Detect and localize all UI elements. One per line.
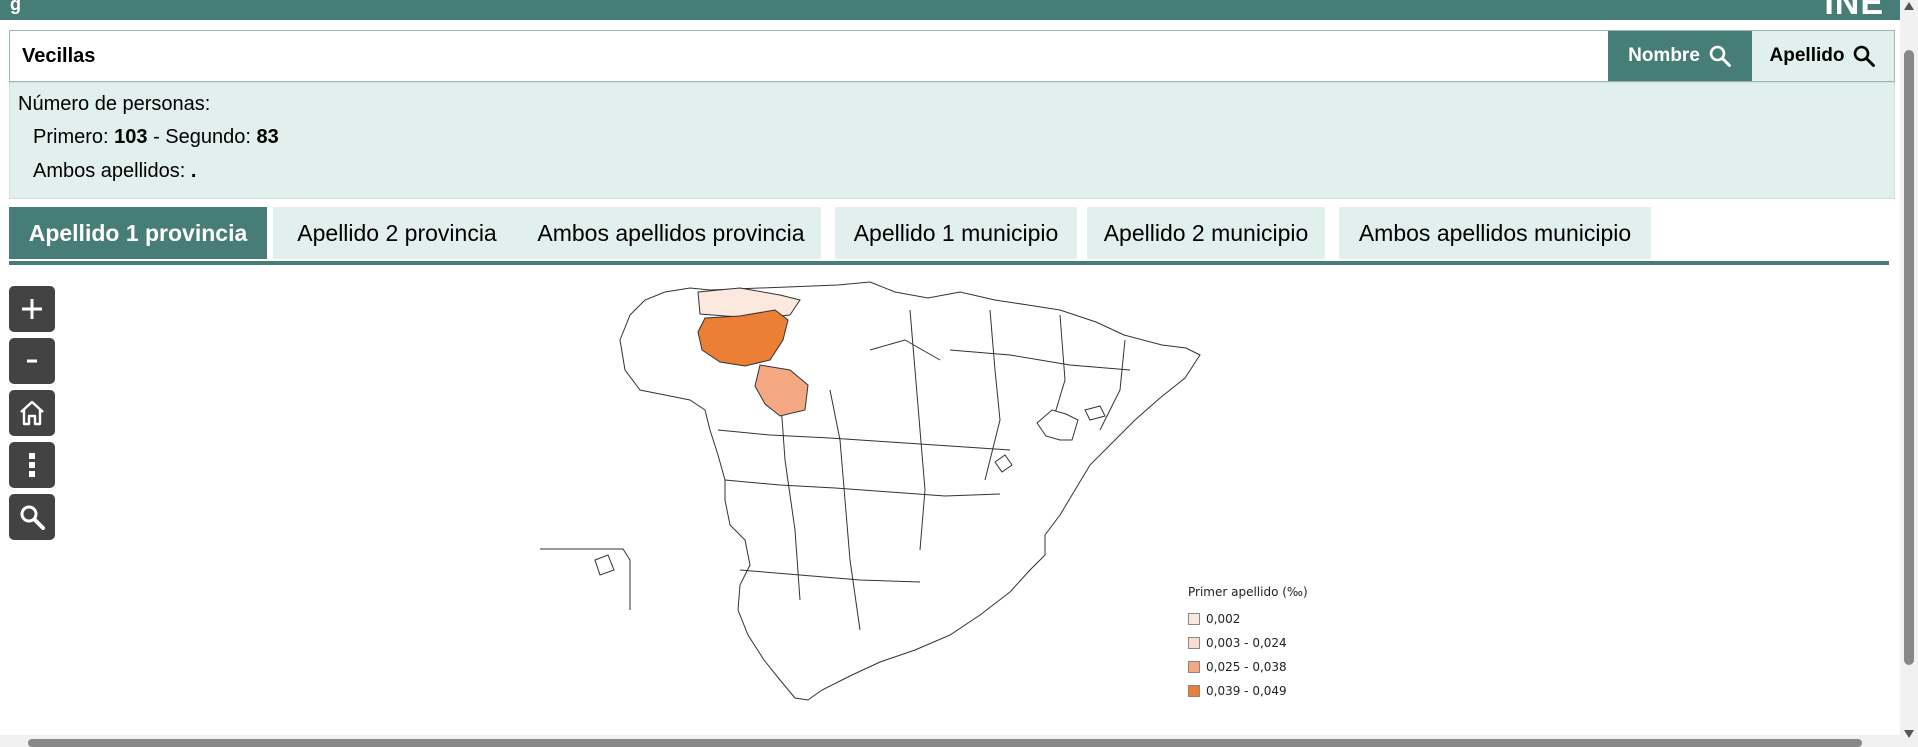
apellido-button-label: Apellido: [1769, 45, 1845, 66]
tab-apellido-1-provincia[interactable]: Apellido 1 provincia: [9, 207, 267, 259]
legend-swatch: [1188, 637, 1200, 649]
both-surnames-count: Ambos apellidos: .: [33, 160, 196, 183]
separator: -: [147, 126, 166, 148]
search-by-surname-button[interactable]: Apellido: [1752, 31, 1894, 81]
legend-title: Primer apellido (‰): [1188, 585, 1308, 599]
legend-swatch: [1188, 661, 1200, 673]
legend-swatch: [1188, 685, 1200, 697]
tab-ambos-apellidos-municipio[interactable]: Ambos apellidos municipio: [1339, 207, 1651, 259]
search-bar: Nombre Apellido: [9, 30, 1895, 82]
zoom-out-button[interactable]: [9, 338, 55, 384]
ambos-value: .: [190, 160, 197, 182]
top-bar: g INE: [0, 0, 1900, 23]
legend-item: 0,002: [1188, 607, 1308, 631]
legend-label: 0,002: [1206, 612, 1241, 626]
search-icon: [1854, 45, 1876, 67]
primero-label: Primero:: [33, 126, 109, 148]
segundo-value: 83: [256, 126, 279, 148]
tab-apellido-2-municipio[interactable]: Apellido 2 municipio: [1087, 207, 1325, 259]
scroll-up-arrow-icon[interactable]: [1904, 2, 1914, 10]
map-search-button[interactable]: [9, 494, 55, 540]
map-legend: Primer apellido (‰) 0,002 0,003 - 0,024 …: [1188, 585, 1308, 703]
legend-item: 0,039 - 0,049: [1188, 679, 1308, 703]
tabs-underline: [9, 261, 1889, 265]
people-count-panel: Número de personas: Primero: 103 - Segun…: [9, 82, 1895, 199]
segundo-label: Segundo:: [165, 126, 251, 148]
legend-label: 0,003 - 0,024: [1206, 636, 1287, 650]
legend-label: 0,025 - 0,038: [1206, 660, 1287, 674]
legend-item: 0,025 - 0,038: [1188, 655, 1308, 679]
home-button[interactable]: [9, 390, 55, 436]
people-count-title: Número de personas:: [18, 93, 211, 115]
primero-value: 103: [114, 126, 148, 148]
scroll-down-arrow-icon[interactable]: [1904, 730, 1914, 738]
tab-apellido-1-municipio[interactable]: Apellido 1 municipio: [835, 207, 1077, 259]
zoom-in-button[interactable]: [9, 286, 55, 332]
search-icon: [1709, 45, 1731, 67]
tab-apellido-2-provincia[interactable]: Apellido 2 provincia: [273, 207, 521, 259]
legend-label: 0,039 - 0,049: [1206, 684, 1287, 698]
home-icon: [20, 400, 44, 426]
ambos-label: Ambos apellidos:: [33, 160, 186, 182]
zoom-in-icon: [22, 299, 42, 319]
map-tabs: Apellido 1 provincia Apellido 2 provinci…: [9, 207, 1889, 263]
horizontal-scrollbar[interactable]: [0, 735, 1900, 747]
vertical-scrollbar[interactable]: [1900, 0, 1918, 747]
zoom-out-icon: [27, 359, 37, 363]
more-vertical-icon: [29, 453, 35, 477]
nombre-button-label: Nombre: [1628, 45, 1700, 66]
search-by-name-button[interactable]: Nombre: [1608, 31, 1752, 81]
horizontal-scroll-thumb[interactable]: [28, 739, 1862, 747]
legend-item: 0,003 - 0,024: [1188, 631, 1308, 655]
legend-swatch: [1188, 613, 1200, 625]
tab-ambos-apellidos-provincia[interactable]: Ambos apellidos provincia: [521, 207, 821, 259]
search-icon: [20, 505, 45, 530]
top-bar-left-glyph: g: [10, 0, 21, 14]
vertical-scroll-thumb[interactable]: [1904, 50, 1914, 665]
more-options-button[interactable]: [9, 442, 55, 488]
first-second-counts: Primero: 103 - Segundo: 83: [33, 126, 279, 149]
ine-logo[interactable]: INE: [1824, 0, 1884, 23]
surname-search-input[interactable]: [10, 31, 1608, 81]
